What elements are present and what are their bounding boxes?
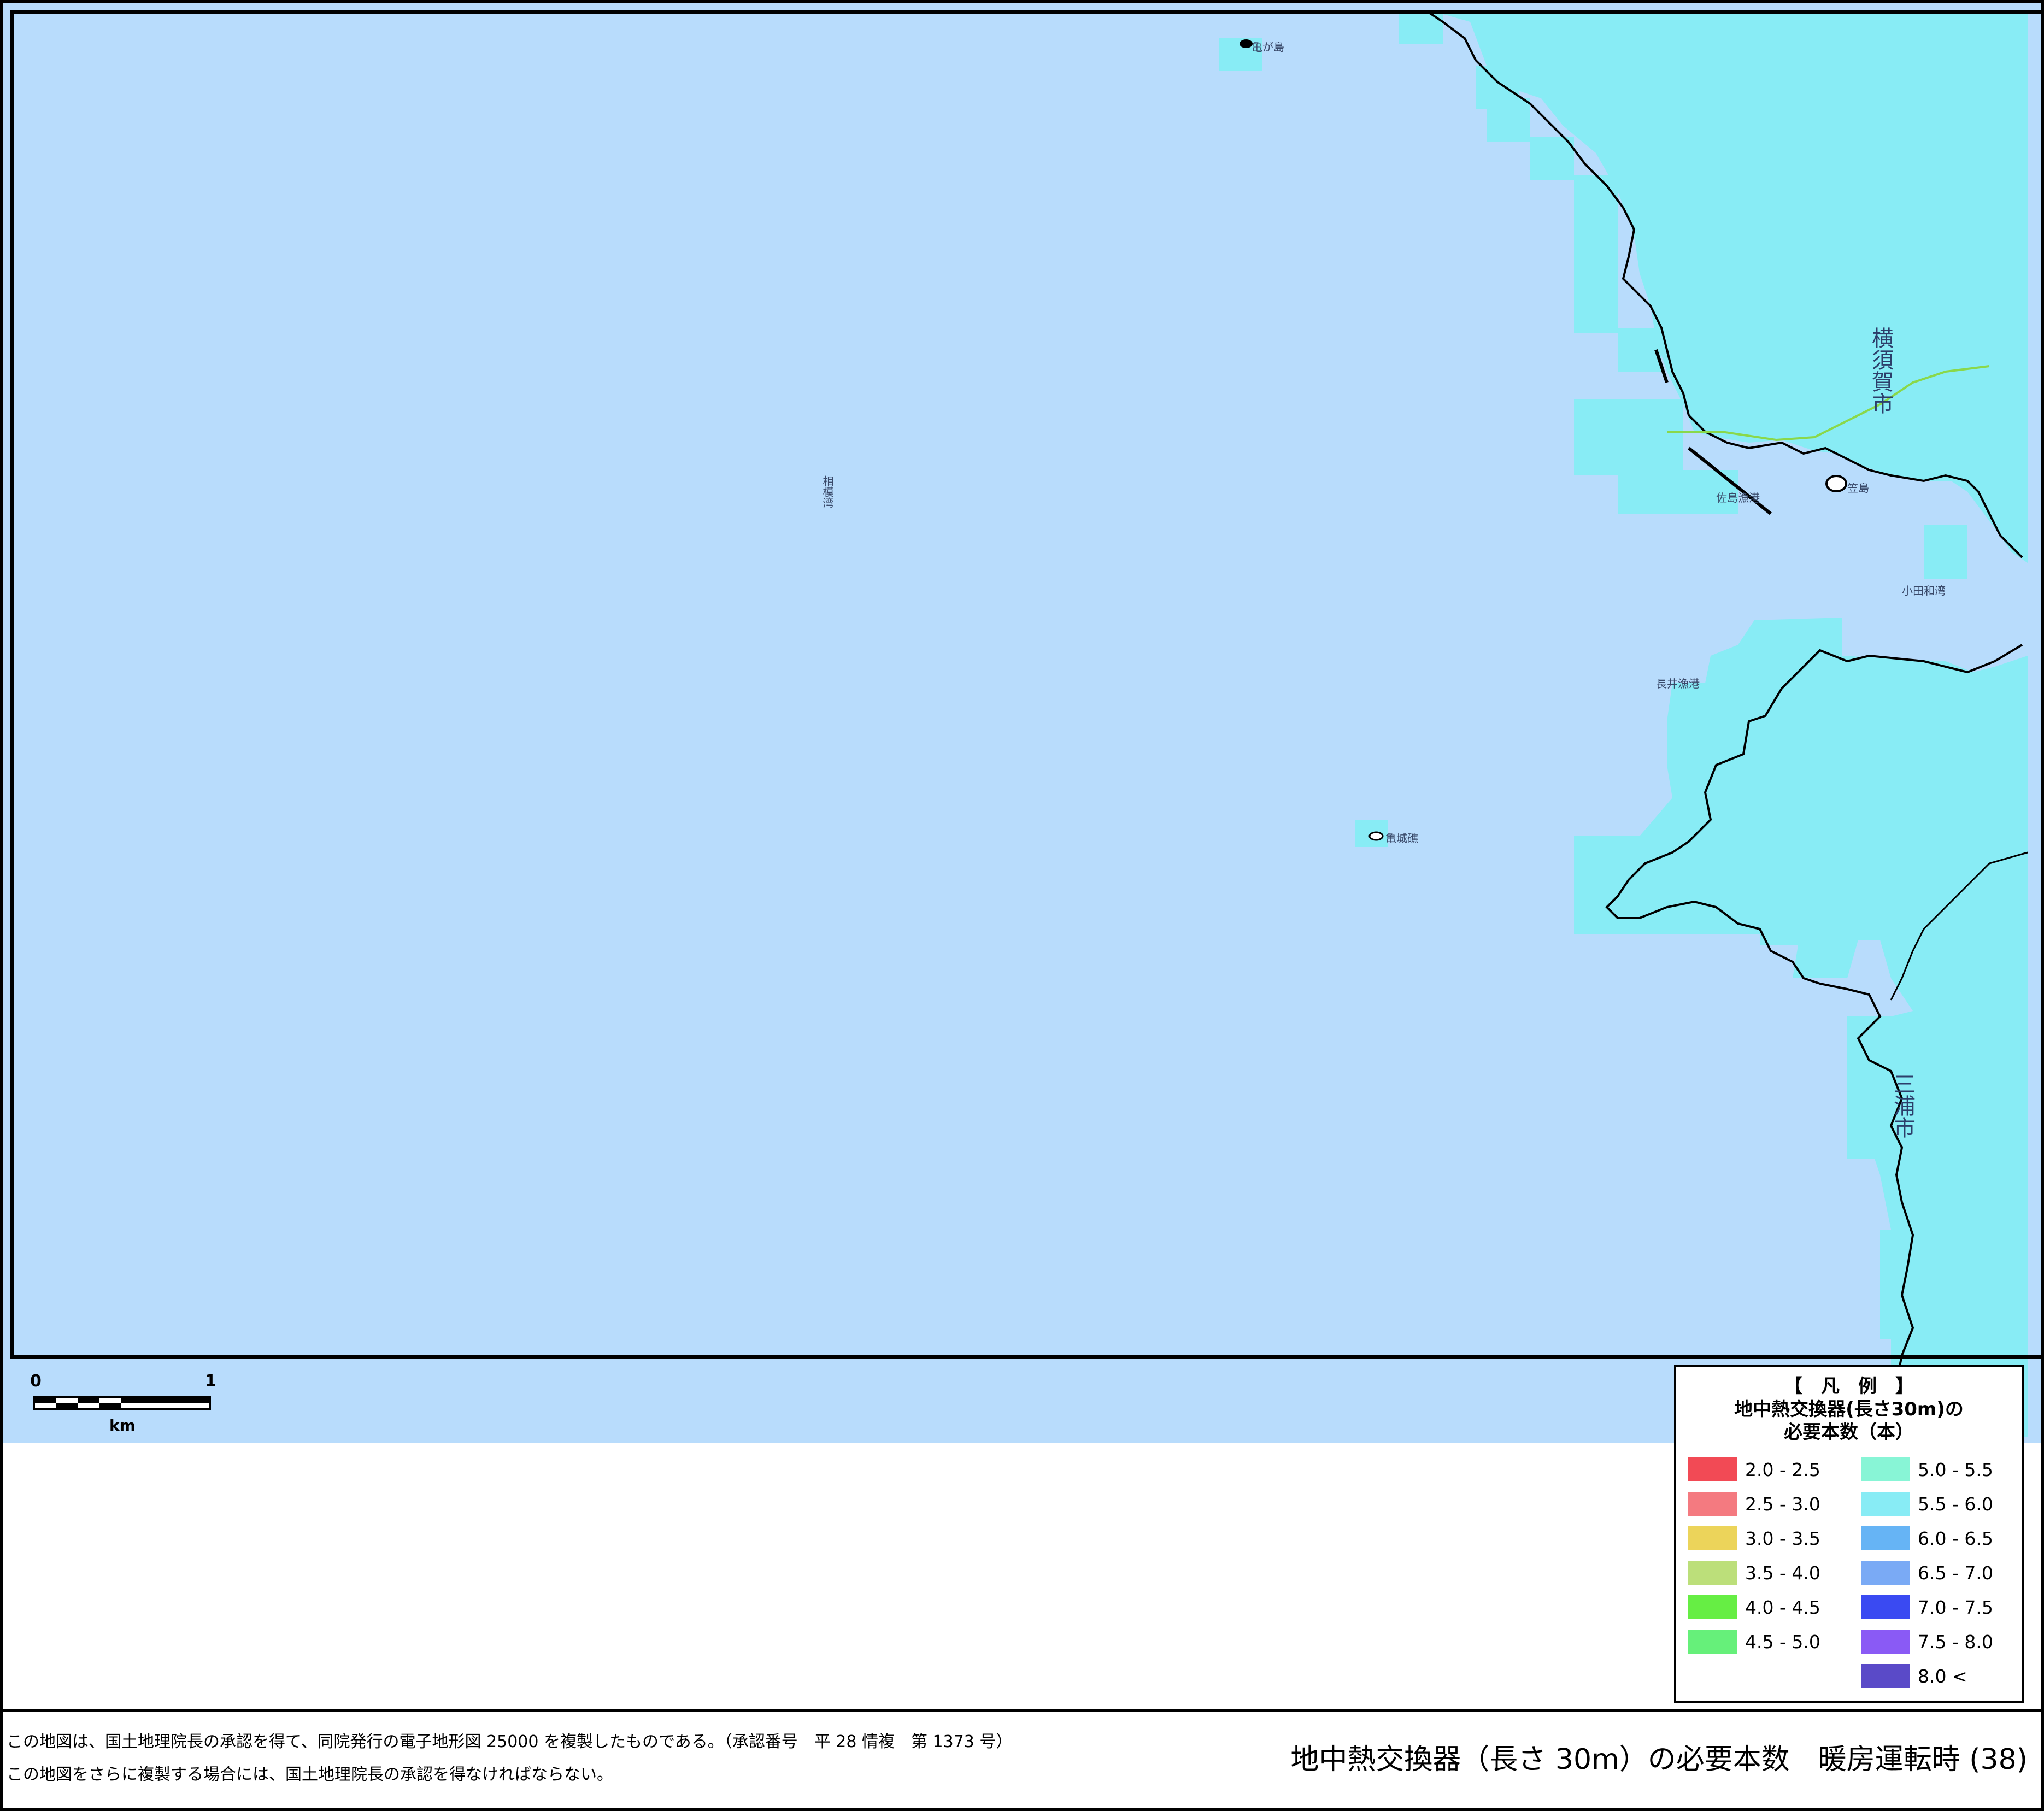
scale-unit: km (109, 1416, 136, 1434)
place-label: 亀城礁 (1385, 832, 1418, 845)
city-label: 三 (1894, 1072, 1916, 1097)
legend-label: 4.0 - 4.5 (1745, 1596, 1820, 1618)
legend-item: 7.0 - 7.5 (1861, 1595, 1993, 1619)
city-label: 浦 (1894, 1094, 1916, 1119)
legend-item: 6.0 - 6.5 (1861, 1526, 1993, 1550)
scale-graphic (33, 1396, 211, 1410)
legend-item: 4.5 - 5.0 (1688, 1630, 1820, 1654)
legend-swatch (1688, 1526, 1737, 1550)
city-label: 賀 (1872, 370, 1894, 395)
legend-label: 2.5 - 3.0 (1745, 1493, 1820, 1515)
scale-zero: 0 (30, 1372, 42, 1391)
legend-swatch (1861, 1457, 1910, 1481)
place-label: 長井漁港 (1656, 677, 1700, 690)
city-label: 横 (1872, 326, 1894, 351)
legend-item: 8.0 < (1861, 1664, 1967, 1688)
legend-label: 3.0 - 3.5 (1745, 1527, 1820, 1549)
legend-label: 7.5 - 8.0 (1918, 1631, 1993, 1653)
legend-item: 5.5 - 6.0 (1861, 1492, 1993, 1516)
island (1368, 831, 1384, 841)
legend-label: 3.5 - 4.0 (1745, 1562, 1820, 1584)
legend: 【 凡 例 】 地中熱交換器(長さ30m)の 必要本数（本） 2.0 - 2.5… (1674, 1365, 2024, 1703)
scale-bar: 0 1 km (30, 1372, 221, 1437)
legend-label: 5.0 - 5.5 (1918, 1459, 1993, 1480)
legend-subtitle-1: 地中熱交換器(長さ30m)の (1734, 1398, 1964, 1420)
place-label: 亀が島 (1252, 40, 1284, 54)
legend-item: 7.5 - 8.0 (1861, 1630, 1993, 1654)
city-label: 市 (1872, 392, 1894, 417)
legend-subtitle-2: 必要本数（本） (1784, 1421, 1914, 1443)
legend-swatch (1861, 1561, 1910, 1585)
legend-item: 3.0 - 3.5 (1688, 1526, 1820, 1550)
scale-one: 1 (205, 1372, 216, 1391)
legend-swatch (1688, 1595, 1737, 1619)
legend-swatch (1688, 1630, 1737, 1654)
legend-label: 8.0 < (1918, 1665, 1967, 1687)
legend-swatch (1688, 1457, 1737, 1481)
legend-label: 6.0 - 6.5 (1918, 1527, 1993, 1549)
legend-item: 5.0 - 5.5 (1861, 1457, 1993, 1481)
legend-title: 【 凡 例 】 (1784, 1375, 1914, 1397)
footer: この地図は、国土地理院長の承認を得て、同院発行の電子地形図 25000 を複製し… (0, 1710, 2044, 1811)
legend-swatch (1861, 1492, 1910, 1516)
legend-item: 2.5 - 3.0 (1688, 1492, 1820, 1516)
credit-line-2: この地図をさらに複製する場合には、国土地理院長の承認を得なければならない。 (7, 1765, 613, 1784)
map-title: 地中熱交換器（長さ 30m）の必要本数 暖房運転時 (38) (1290, 1743, 2028, 1776)
island (1825, 475, 1847, 492)
credit-line-1: この地図は、国土地理院長の承認を得て、同院発行の電子地形図 25000 を複製し… (7, 1732, 1013, 1751)
legend-swatch (1861, 1664, 1910, 1688)
city-label: 須 (1872, 348, 1894, 373)
place-label: 笠島 (1847, 481, 1869, 495)
legend-swatch (1688, 1492, 1737, 1516)
map-page: 亀が島 相模湾 佐島漁港 笠島 小田和湾 長井漁港 亀城礁 横 須 賀 市 三 … (0, 0, 2044, 1811)
legend-swatch (1861, 1595, 1910, 1619)
legend-item: 6.5 - 7.0 (1861, 1561, 1993, 1585)
legend-label: 5.5 - 6.0 (1918, 1493, 1993, 1515)
legend-label: 7.0 - 7.5 (1918, 1596, 1993, 1618)
legend-swatch (1688, 1561, 1737, 1585)
city-label: 市 (1894, 1116, 1916, 1141)
legend-label: 4.5 - 5.0 (1745, 1631, 1820, 1653)
island (1240, 39, 1253, 48)
place-label: 相模湾 (821, 475, 834, 508)
legend-swatch (1861, 1526, 1910, 1550)
legend-label: 6.5 - 7.0 (1918, 1562, 1993, 1584)
legend-label: 2.0 - 2.5 (1745, 1459, 1820, 1480)
legend-item: 4.0 - 4.5 (1688, 1595, 1820, 1619)
legend-swatch (1861, 1630, 1910, 1654)
legend-item: 2.0 - 2.5 (1688, 1457, 1820, 1481)
place-label: 小田和湾 (1902, 584, 1946, 597)
place-label: 佐島漁港 (1716, 491, 1760, 504)
legend-item: 3.5 - 4.0 (1688, 1561, 1820, 1585)
